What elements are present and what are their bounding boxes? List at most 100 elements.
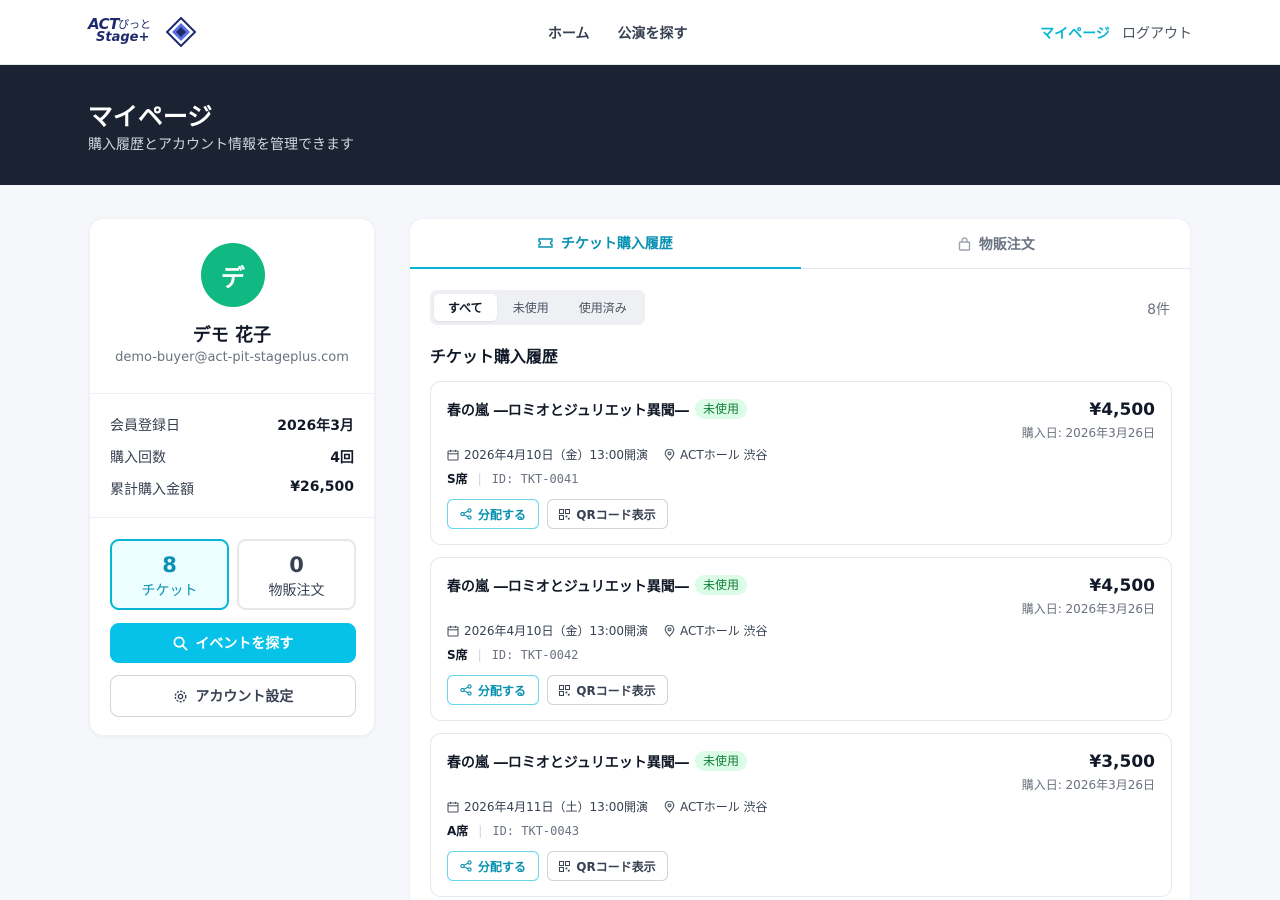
ticket-id: ID: TKT-0043 [492, 823, 580, 838]
tickets-count: 8 [162, 553, 177, 577]
filter-used[interactable]: 使用済み [565, 294, 641, 321]
seat-class: S席 [447, 472, 468, 486]
account-settings-label: アカウント設定 [195, 689, 294, 705]
profile-card: デ デモ 花子 demo-buyer@act-pit-stageplus.com… [89, 218, 375, 736]
seat-class: S席 [447, 648, 468, 662]
share-button[interactable]: 分配する [447, 851, 539, 881]
find-events-label: イベントを探す [195, 636, 294, 652]
ticket-card: 春の嵐 ―ロミオとジュリエット異聞― 未使用 ¥4,500 購入日: 2026年… [430, 557, 1172, 721]
logo-mark-icon [166, 17, 196, 47]
purchase-date: 購入日: 2026年3月26日 [1021, 602, 1155, 616]
stat-total-spent: 累計購入金額 ¥26,500 [110, 479, 354, 499]
account-settings-button[interactable]: アカウント設定 [110, 675, 356, 717]
search-icon [173, 636, 187, 650]
page-title: マイページ [88, 102, 213, 131]
show-qr-label: QRコード表示 [576, 859, 656, 874]
stat-purchase-count: 購入回数 4回 [110, 447, 354, 467]
share-icon [460, 684, 472, 696]
ticket-id: ID: TKT-0041 [491, 471, 579, 486]
ticket-title: 春の嵐 ―ロミオとジュリエット異聞― [447, 403, 689, 419]
ticket-meta: 2026年4月10日（金）13:00開演 ACTホール 渋谷 [447, 446, 768, 463]
stat-label: 購入回数 [110, 450, 166, 466]
share-button[interactable]: 分配する [447, 499, 539, 529]
ticket-icon [538, 238, 553, 248]
gear-icon [174, 690, 186, 702]
performance-datetime: 2026年4月10日（金）13:00開演 [464, 448, 649, 462]
ticket-meta: 2026年4月11日（土）13:00開演 ACTホール 渋谷 [447, 798, 768, 815]
stat-label: 累計購入金額 [110, 482, 194, 498]
qr-code-icon [559, 684, 571, 696]
nav-home-link[interactable]: ホーム [548, 23, 590, 43]
logo-text-stage: Stage+ [96, 30, 150, 45]
venue: ACTホール 渋谷 [680, 800, 768, 814]
tab-merch-orders[interactable]: 物販注文 [801, 219, 1192, 269]
ticket-title: 春の嵐 ―ロミオとジュリエット異聞― [447, 579, 689, 595]
calendar-icon [447, 801, 459, 813]
logout-link[interactable]: ログアウト [1122, 23, 1192, 43]
divider [90, 393, 374, 394]
ticket-id: ID: TKT-0042 [491, 647, 579, 662]
stat-value: ¥26,500 [290, 479, 354, 495]
tab-ticket-history[interactable]: チケット購入履歴 [410, 219, 801, 269]
avatar: デ [201, 243, 265, 307]
seat-info: S席 | ID: TKT-0042 [447, 647, 579, 663]
tab-label: チケット購入履歴 [561, 236, 673, 252]
section-title: チケット購入履歴 [430, 347, 559, 366]
show-qr-label: QRコード表示 [576, 507, 656, 522]
ticket-price: ¥4,500 [1089, 576, 1155, 596]
user-email: demo-buyer@act-pit-stageplus.com [115, 350, 349, 365]
user-name: デモ 花子 [192, 325, 272, 346]
status-filter: すべて 未使用 使用済み [430, 290, 645, 325]
merch-count: 0 [289, 553, 304, 577]
location-pin-icon [664, 624, 675, 637]
main-nav: ホーム 公演を探す [548, 23, 688, 43]
show-qr-button[interactable]: QRコード表示 [547, 851, 668, 881]
share-icon [460, 860, 472, 872]
share-label: 分配する [477, 683, 526, 698]
share-icon [460, 508, 472, 520]
location-pin-icon [664, 800, 675, 813]
nav-find-shows-link[interactable]: 公演を探す [618, 23, 688, 43]
stat-label: 会員登録日 [110, 418, 180, 434]
share-label: 分配する [477, 507, 526, 522]
location-pin-icon [664, 448, 675, 461]
history-panel: チケット購入履歴 物販注文 すべて 未使用 使用済み 8件 チケット購入履歴 春… [409, 218, 1191, 900]
show-qr-button[interactable]: QRコード表示 [547, 675, 668, 705]
stat-registered: 会員登録日 2026年3月 [110, 415, 354, 435]
stat-value: 4回 [330, 450, 354, 466]
ticket-card: 春の嵐 ―ロミオとジュリエット異聞― 未使用 ¥4,500 購入日: 2026年… [430, 381, 1172, 545]
tickets-count-tile[interactable]: 8 チケット [110, 539, 229, 610]
qr-code-icon [559, 860, 571, 872]
merch-count-tile[interactable]: 0 物販注文 [237, 539, 356, 610]
tickets-count-label: チケット [141, 583, 198, 599]
site-logo[interactable]: ACT ぴっと Stage+ [88, 15, 198, 49]
tab-bar: チケット購入履歴 物販注文 [410, 219, 1190, 269]
venue: ACTホール 渋谷 [680, 448, 768, 462]
find-events-button[interactable]: イベントを探す [110, 623, 356, 663]
venue: ACTホール 渋谷 [680, 624, 768, 638]
seat-info: S席 | ID: TKT-0041 [447, 471, 579, 487]
qr-code-icon [559, 508, 571, 520]
share-button[interactable]: 分配する [447, 675, 539, 705]
show-qr-label: QRコード表示 [576, 683, 656, 698]
nav-mypage-link[interactable]: マイページ [1040, 23, 1110, 43]
filter-all[interactable]: すべて [434, 294, 497, 321]
calendar-icon [447, 625, 459, 637]
purchase-date: 購入日: 2026年3月26日 [1021, 426, 1155, 440]
ticket-price: ¥4,500 [1089, 400, 1155, 420]
page-hero: マイページ 購入履歴とアカウント情報を管理できます [0, 65, 1280, 185]
filter-unused[interactable]: 未使用 [499, 294, 563, 321]
performance-datetime: 2026年4月10日（金）13:00開演 [464, 624, 649, 638]
page-subtitle: 購入履歴とアカウント情報を管理できます [88, 137, 354, 153]
bag-icon [958, 237, 971, 251]
ticket-card: 春の嵐 ―ロミオとジュリエット異聞― 未使用 ¥3,500 購入日: 2026年… [430, 733, 1172, 897]
top-navbar: ACT ぴっと Stage+ ホーム 公演を探す マイページ ログアウト [0, 0, 1280, 65]
status-badge: 未使用 [695, 575, 748, 595]
stat-value: 2026年3月 [277, 418, 354, 434]
ticket-title: 春の嵐 ―ロミオとジュリエット異聞― [447, 755, 689, 771]
result-count: 8件 [1147, 302, 1170, 318]
show-qr-button[interactable]: QRコード表示 [547, 499, 668, 529]
share-label: 分配する [477, 859, 526, 874]
status-badge: 未使用 [695, 399, 748, 419]
divider [90, 517, 374, 518]
